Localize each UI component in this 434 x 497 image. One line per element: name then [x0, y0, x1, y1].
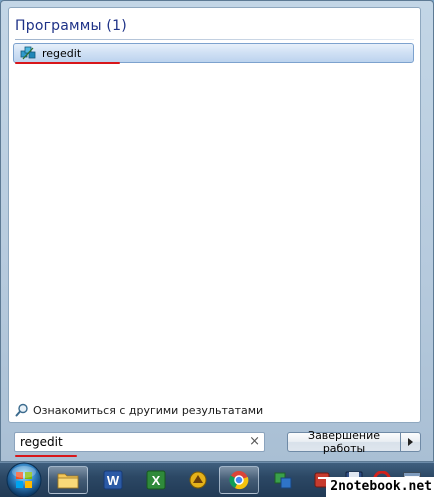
see-more-results-link[interactable]: Ознакомиться с другими результатами — [15, 403, 263, 417]
folder-icon — [57, 473, 79, 489]
taskbar-item-yellow-app[interactable] — [178, 466, 218, 494]
watermark: 2notebook.net — [326, 477, 434, 497]
svg-text:X: X — [152, 473, 161, 488]
shutdown-options-button[interactable] — [400, 432, 421, 452]
see-more-results-label: Ознакомиться с другими результатами — [33, 403, 264, 417]
search-icon — [15, 403, 28, 417]
shutdown-button[interactable]: Завершение работы — [287, 429, 400, 455]
word-icon: W — [103, 470, 123, 490]
result-label: regedit — [42, 46, 82, 60]
clear-search-button[interactable]: × — [249, 435, 260, 449]
taskbar-item-word[interactable]: W — [93, 466, 133, 494]
taskbar-item-explorer[interactable] — [48, 466, 88, 494]
section-header-programs: Программы (1) — [15, 18, 127, 34]
green-app-icon — [274, 472, 292, 489]
chevron-right-icon — [408, 438, 413, 446]
svg-text:W: W — [107, 473, 120, 488]
regedit-icon — [20, 46, 36, 60]
shutdown-group: Завершение работы — [287, 429, 421, 455]
search-box[interactable]: × — [14, 432, 265, 452]
taskbar-item-excel[interactable]: X — [136, 466, 176, 494]
search-results-panel: Программы (1) regedit Ознакомиться с дру… — [8, 7, 421, 423]
highlight-underline-search — [15, 455, 77, 457]
start-orb-icon[interactable] — [4, 460, 44, 497]
taskbar-item-chrome[interactable] — [219, 466, 259, 494]
highlight-underline-result — [15, 62, 120, 64]
start-menu: Программы (1) regedit Ознакомиться с дру… — [0, 0, 434, 462]
result-item-regedit[interactable]: regedit — [13, 43, 414, 63]
taskbar-item-green-app[interactable] — [263, 466, 303, 494]
chrome-icon — [229, 471, 249, 490]
section-divider — [15, 39, 414, 40]
yellow-app-icon — [189, 471, 207, 489]
search-input[interactable] — [20, 435, 245, 449]
excel-icon: X — [146, 470, 166, 490]
